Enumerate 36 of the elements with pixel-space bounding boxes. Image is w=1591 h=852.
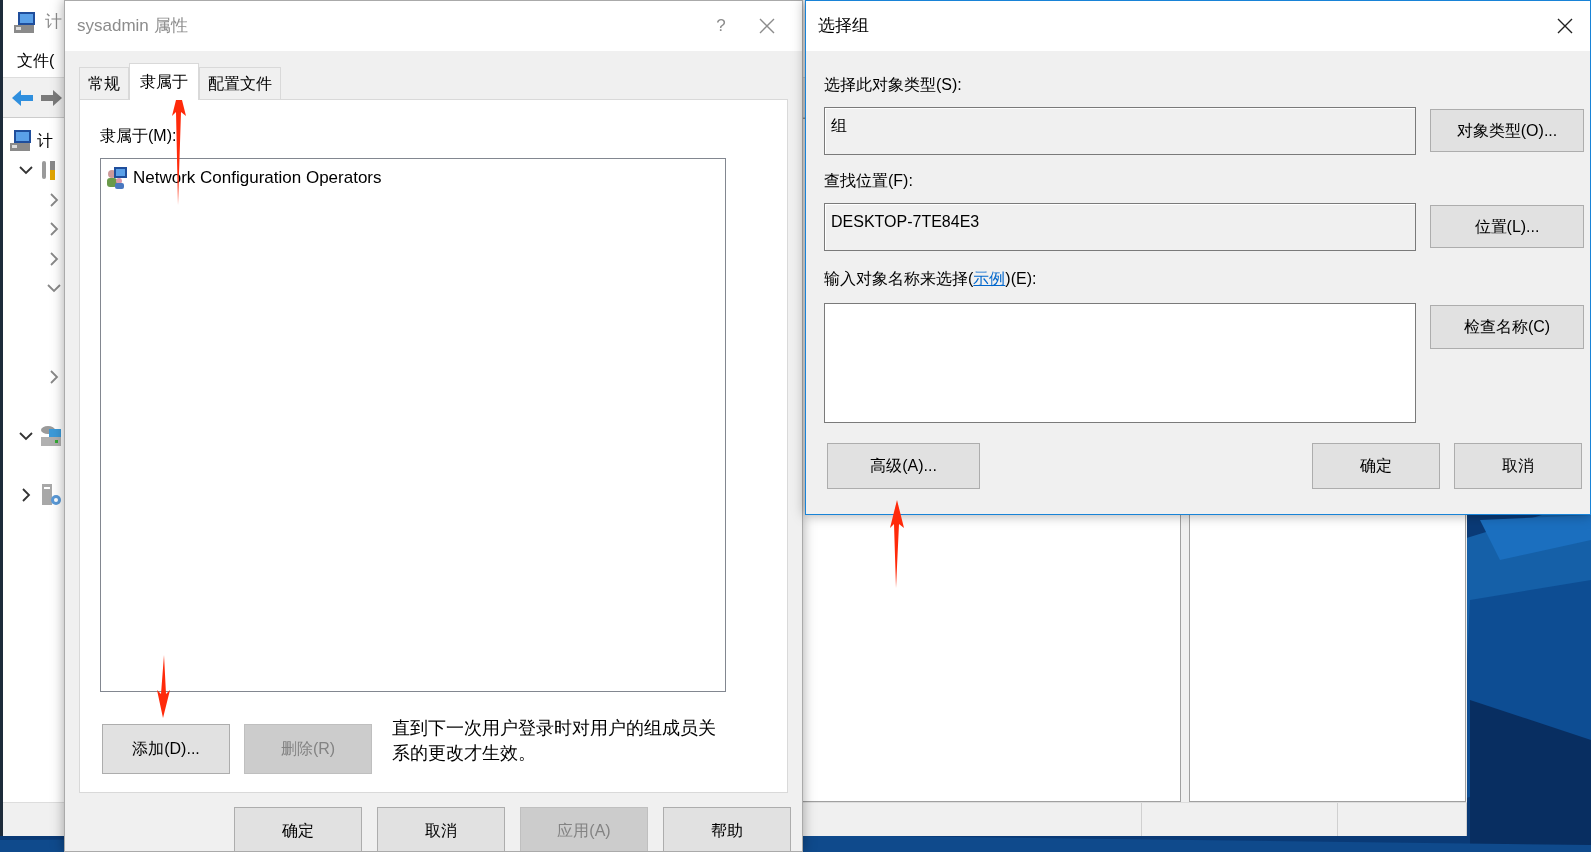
tree-item[interactable]: 计 <box>37 128 53 153</box>
input-field[interactable]: DESKTOP-7TE84E3 <box>824 203 1416 251</box>
group-icon <box>105 166 129 190</box>
storage-icon <box>39 424 63 448</box>
example-link[interactable]: 示例 <box>973 270 1006 287</box>
button[interactable]: 高级(A)... <box>827 443 980 489</box>
tab[interactable]: 常规 <box>79 67 129 99</box>
button[interactable]: 位置(L)... <box>1430 205 1584 248</box>
tab[interactable]: 隶属于 <box>129 63 199 100</box>
button[interactable]: 确定 <box>234 807 362 851</box>
help-button[interactable]: ? <box>698 6 744 46</box>
button[interactable]: 检查名称(C) <box>1430 305 1584 349</box>
back-icon[interactable] <box>11 87 34 108</box>
button[interactable]: 添加(D)... <box>102 724 230 774</box>
window-title: 计 <box>45 11 62 34</box>
computer-icon <box>13 10 37 34</box>
tab[interactable]: 配置文件 <box>199 67 281 99</box>
button[interactable]: 确定 <box>1312 443 1440 489</box>
dialog-title: sysadmin 属性 <box>77 15 189 38</box>
list-label: 隶属于(M): <box>100 126 178 146</box>
note-text: 直到下一次用户登录时对用户的组成员关系的更改才生效。 <box>392 717 717 765</box>
dialog-title: 选择组 <box>818 15 870 38</box>
button[interactable]: 取消 <box>377 807 505 851</box>
field-label: 查找位置(F): <box>824 171 914 191</box>
computer-icon <box>9 129 33 153</box>
close-icon <box>1556 17 1574 35</box>
close-icon <box>758 17 776 35</box>
field-label: 选择此对象类型(S): <box>824 75 963 95</box>
input-field[interactable]: 组 <box>824 107 1416 155</box>
input-field[interactable] <box>824 303 1416 423</box>
field-label: 输入对象名称来选择(示例)(E): <box>824 269 1038 289</box>
button[interactable]: 帮助 <box>663 807 791 851</box>
forward-icon[interactable] <box>40 87 63 108</box>
menu-item[interactable]: 文件( <box>17 48 55 73</box>
button[interactable]: 取消 <box>1454 443 1582 489</box>
button[interactable]: 对象类型(O)... <box>1430 109 1584 152</box>
